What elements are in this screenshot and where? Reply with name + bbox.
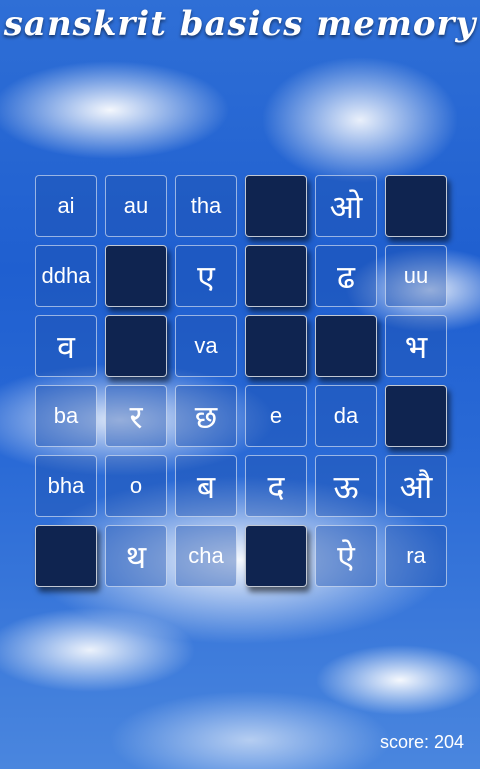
card-face-up[interactable]: ddha (35, 245, 97, 307)
card-face-up[interactable]: va (175, 315, 237, 377)
card-face-up[interactable]: व (35, 315, 97, 377)
card-face-up[interactable]: uu (385, 245, 447, 307)
card-face-down[interactable] (245, 245, 307, 307)
card-face-down[interactable] (105, 315, 167, 377)
card-face-up[interactable]: ए (175, 245, 237, 307)
card-face-up[interactable]: tha (175, 175, 237, 237)
card-face-up[interactable]: e (245, 385, 307, 447)
card-face-up[interactable]: da (315, 385, 377, 447)
card-face-up[interactable]: थ (105, 525, 167, 587)
card-face-up[interactable]: द (245, 455, 307, 517)
score-display: score: 204 (379, 732, 464, 752)
card-face-up[interactable]: ra (385, 525, 447, 587)
card-face-up[interactable]: ब (175, 455, 237, 517)
card-face-up[interactable]: छ (175, 385, 237, 447)
card-face-up[interactable]: o (105, 455, 167, 517)
card-face-up[interactable]: औ (385, 455, 447, 517)
card-face-up[interactable]: ऐ (315, 525, 377, 587)
game-title: sanskrit basics memory (3, 4, 477, 44)
card-face-up[interactable]: cha (175, 525, 237, 587)
card-face-down[interactable] (245, 315, 307, 377)
card-face-down[interactable] (105, 245, 167, 307)
card-face-down[interactable] (35, 525, 97, 587)
card-face-up[interactable]: ba (35, 385, 97, 447)
card-face-up[interactable]: भ (385, 315, 447, 377)
card-face-down[interactable] (315, 315, 377, 377)
card-face-down[interactable] (385, 385, 447, 447)
card-face-up[interactable]: ओ (315, 175, 377, 237)
card-face-up[interactable]: au (105, 175, 167, 237)
card-face-down[interactable] (245, 525, 307, 587)
card-face-down[interactable] (385, 175, 447, 237)
card-face-up[interactable]: bha (35, 455, 97, 517)
card-grid: ai au tha ओ ddha ए ढ uu व va भ ba र छ e da bha o ब द ऊ औ थ cha ऐ… (35, 175, 447, 587)
card-face-up[interactable]: ai (35, 175, 97, 237)
card-face-up[interactable]: ढ (315, 245, 377, 307)
card-face-up[interactable]: र (105, 385, 167, 447)
card-face-up[interactable]: ऊ (315, 455, 377, 517)
card-face-down[interactable] (245, 175, 307, 237)
